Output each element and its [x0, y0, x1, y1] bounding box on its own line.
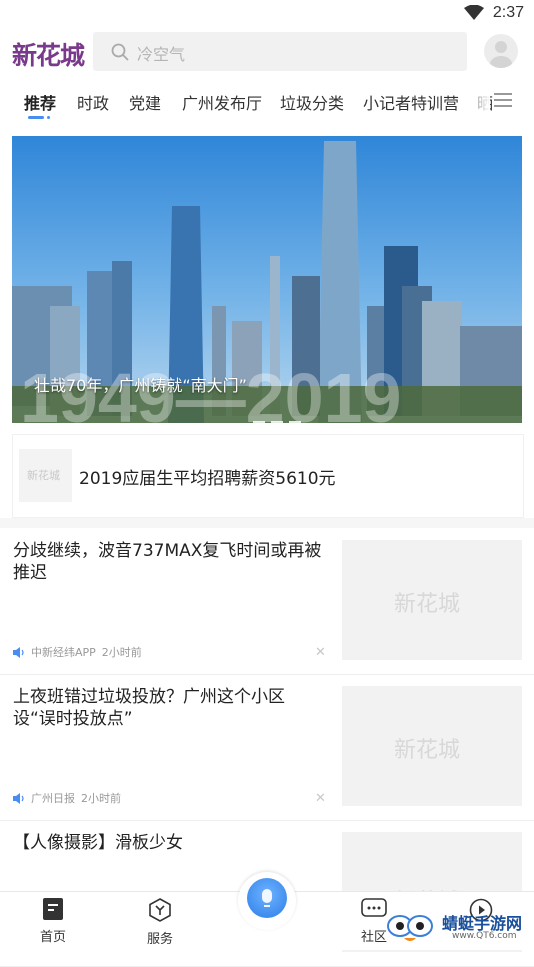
dismiss-icon[interactable]: ✕: [315, 791, 326, 806]
status-time: 2:37: [492, 4, 524, 21]
dismiss-icon[interactable]: ✕: [315, 645, 326, 660]
thumbnail-placeholder-text: 新花城: [27, 469, 60, 482]
tab-junior-reporter[interactable]: 小记者特训营: [363, 90, 459, 114]
app-header: 新花城 冷空气: [0, 26, 534, 80]
featured-banner[interactable]: 1949—2019 壮哉70年，广州铸就“南大门”: [12, 136, 522, 423]
home-doc-icon: [43, 898, 63, 920]
promo-card[interactable]: 新花城 2019应届生平均招聘薪资5610元: [12, 434, 524, 518]
tab-fade: [460, 80, 490, 124]
user-avatar[interactable]: [484, 34, 518, 68]
news-image: 新花城: [342, 540, 522, 660]
active-tab-dot: [47, 116, 50, 119]
wifi-icon: [464, 5, 484, 20]
tab-garbage-sorting[interactable]: 垃圾分类: [280, 90, 344, 114]
chat-icon: [361, 898, 387, 917]
center-voice-button[interactable]: [238, 872, 296, 930]
status-bar: 2:37: [0, 0, 534, 26]
tab-guangzhou-release[interactable]: 广州发布厅: [182, 90, 262, 114]
news-time: 2小时前: [81, 792, 121, 805]
watermark-url: www.QT6.com: [452, 931, 517, 941]
site-watermark: 蜻蜓手游网 www.QT6.com: [386, 906, 534, 949]
news-meta: 广州日报 2小时前: [13, 790, 121, 806]
tab-recommend[interactable]: 推荐: [24, 90, 56, 114]
search-bar[interactable]: 冷空气: [93, 32, 467, 71]
menu-icon[interactable]: [494, 92, 512, 108]
carousel-indicator: [253, 408, 307, 423]
speaker-icon[interactable]: [13, 793, 25, 804]
news-title: 分歧继续，波音737MAX复飞时间或再被推迟: [13, 541, 322, 583]
tab-party[interactable]: 党建: [129, 90, 161, 114]
user-icon: [490, 41, 512, 68]
news-meta: 中新经纬APP 2小时前: [13, 644, 142, 660]
news-time: 2小时前: [101, 646, 142, 659]
banner-caption: 壮哉70年，广州铸就“南大门”: [34, 376, 247, 395]
dragonfly-logo-icon: [387, 915, 433, 941]
news-item[interactable]: 分歧继续，波音737MAX复飞时间或再被推迟 中新经纬APP 2小时前 ✕ 新花城: [0, 528, 534, 675]
active-tab-indicator: [28, 116, 44, 119]
search-icon: [111, 43, 129, 61]
news-item[interactable]: 上夜班错过垃圾投放？广州这个小区设“误时投放点” 广州日报 2小时前 ✕ 新花城: [0, 674, 534, 821]
news-title: 【人像摄影】滑板少女: [13, 833, 183, 853]
service-icon: [149, 898, 171, 922]
news-image: 新花城: [342, 686, 522, 806]
news-source: 广州日报: [31, 792, 75, 805]
search-placeholder: 冷空气: [137, 45, 186, 64]
news-title: 上夜班错过垃圾投放？广州这个小区设“误时投放点”: [13, 687, 285, 729]
nav-service-label: 服务: [146, 932, 173, 947]
nav-service[interactable]: 服务: [130, 898, 190, 947]
promo-title: 2019应届生平均招聘薪资5610元: [79, 469, 336, 489]
image-placeholder-text: 新花城: [394, 738, 461, 763]
voice-icon: [247, 878, 287, 918]
section-divider: [0, 518, 534, 528]
promo-thumbnail: 新花城: [19, 449, 72, 502]
channel-tabs: 推荐 时政 党建 广州发布厅 垃圾分类 小记者特训营 晒: [0, 80, 534, 124]
speaker-icon[interactable]: [13, 647, 25, 658]
app-logo: 新花城: [12, 41, 85, 70]
nav-home[interactable]: 首页: [23, 898, 83, 945]
tab-politics[interactable]: 时政: [77, 90, 109, 114]
nav-home-label: 首页: [39, 930, 66, 945]
news-source: 中新经纬APP: [31, 646, 96, 659]
image-placeholder-text: 新花城: [394, 592, 461, 617]
